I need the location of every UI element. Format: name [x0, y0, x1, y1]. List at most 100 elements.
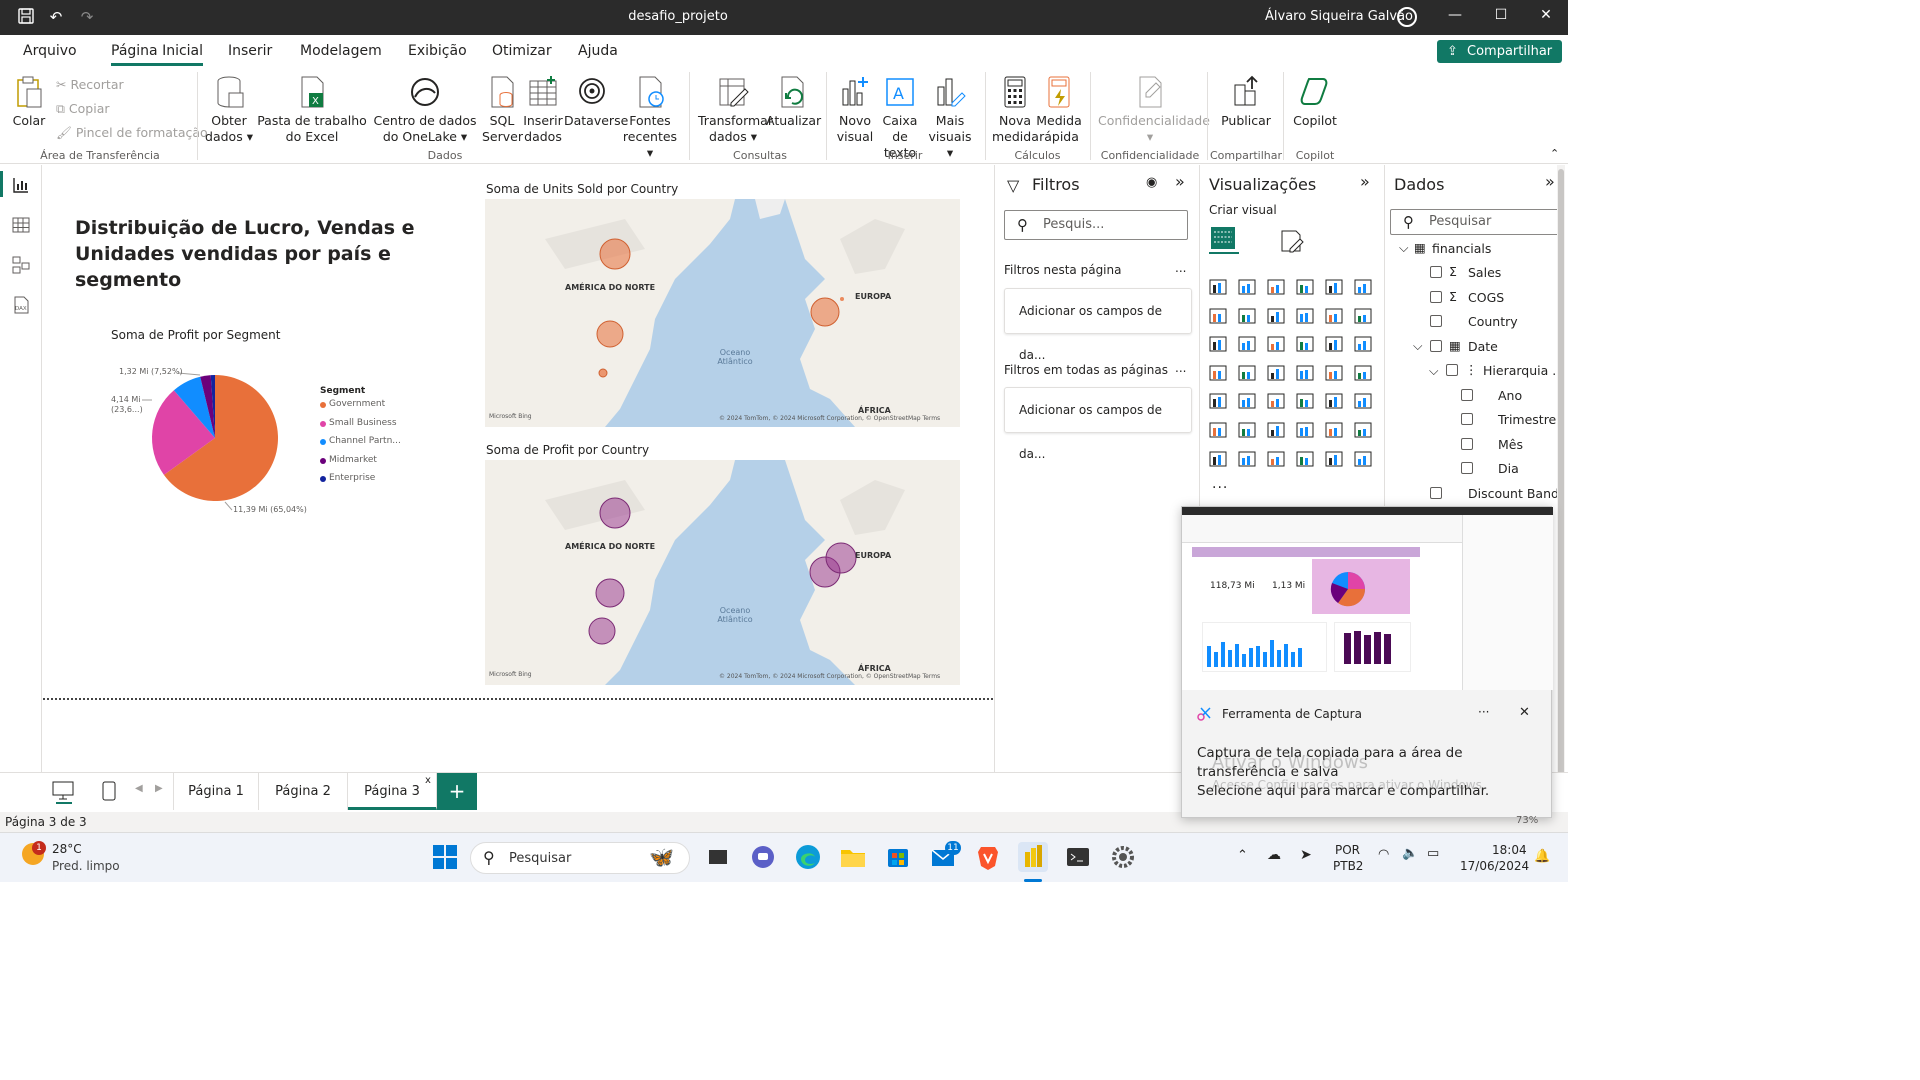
volume-icon[interactable]: 🔈 [1402, 846, 1418, 861]
more-visuals-ellipsis[interactable]: ... [1212, 476, 1228, 492]
legend-item[interactable]: Enterprise [320, 473, 401, 492]
language-secondary[interactable]: PTB2 [1333, 859, 1363, 873]
profit-map[interactable]: AMÉRICA DO NORTE EUROPA ÁFRICA Oceano At… [485, 460, 960, 685]
waterfall-visual-icon[interactable] [1208, 334, 1230, 356]
field-checkbox[interactable] [1430, 315, 1442, 327]
page-tab-1[interactable]: Página 1 [173, 773, 259, 810]
tab-arquivo[interactable]: Arquivo [23, 43, 77, 59]
tab-otimizar[interactable]: Otimizar [492, 43, 552, 59]
field-checkbox[interactable] [1430, 266, 1442, 278]
field-checkbox[interactable] [1430, 487, 1442, 499]
field-hierarchy[interactable]: Hierarquia ... [1483, 363, 1564, 378]
custom-1-visual-icon[interactable] [1295, 449, 1317, 471]
tree-table-financials[interactable]: financials [1432, 241, 1491, 256]
battery-icon[interactable]: ▭ [1427, 846, 1439, 861]
wifi-icon[interactable]: ◠ [1378, 847, 1389, 862]
user-avatar-icon[interactable] [1397, 7, 1417, 27]
build-visual-tab[interactable] [1209, 224, 1239, 254]
clock-date[interactable]: 17/06/2024 [1460, 859, 1529, 873]
minimize-icon[interactable]: — [1441, 7, 1469, 27]
nova-medida-button[interactable]: Nova medida [992, 75, 1039, 145]
stacked-bar-visual-icon[interactable] [1208, 277, 1230, 299]
field-checkbox[interactable] [1446, 364, 1458, 376]
format-visual-tab[interactable] [1278, 227, 1306, 255]
pincel-button[interactable]: 🖌 Pincel de formatação [56, 125, 208, 141]
close-icon[interactable]: ✕ [1532, 7, 1560, 27]
custom-2-visual-icon[interactable] [1324, 449, 1346, 471]
field-checkbox[interactable] [1430, 291, 1442, 303]
notification-bell-icon[interactable]: 🔔 [1534, 849, 1550, 864]
novo-visual-button[interactable]: Novo visual [834, 75, 876, 145]
excel-button[interactable]: X Pasta de trabalho do Excel [256, 75, 368, 145]
100-column-visual-icon[interactable] [1353, 277, 1375, 299]
tree-expand-hierarchy[interactable]: ⌵ [1429, 363, 1438, 379]
location-icon[interactable]: ➤ [1300, 847, 1312, 863]
add-fields-this-page[interactable]: Adicionar os campos de da... [1004, 288, 1192, 362]
tab-inserir[interactable]: Inserir [228, 43, 272, 59]
key-influencers-visual-icon[interactable] [1237, 420, 1259, 442]
power-apps-visual-icon[interactable] [1237, 449, 1259, 471]
field-cogs[interactable]: COGS [1468, 290, 1504, 305]
card-visual-icon[interactable] [1353, 363, 1375, 385]
report-view-icon[interactable] [11, 175, 31, 195]
data-search-input[interactable]: ⚲ Pesquisar [1390, 209, 1564, 235]
user-name[interactable]: Álvaro Siqueira Galvão [1265, 9, 1413, 24]
field-checkbox[interactable] [1461, 438, 1473, 450]
pie-chart[interactable] [100, 360, 320, 520]
power-bi-icon[interactable] [1018, 842, 1048, 872]
colar-button[interactable]: Colar [8, 75, 50, 129]
100-bar-visual-icon[interactable] [1324, 277, 1346, 299]
r-visual-visual-icon[interactable] [1353, 391, 1375, 413]
units-sold-map[interactable]: AMÉRICA DO NORTE EUROPA ÁFRICA Oceano At… [485, 199, 960, 427]
settings-icon[interactable] [1108, 842, 1138, 872]
tree-expand-financials[interactable]: ⌵ [1399, 240, 1408, 256]
filters-search-input[interactable]: ⚲ Pesquis... [1004, 210, 1188, 240]
close-page-icon[interactable]: x [425, 775, 431, 786]
terminal-icon[interactable] [1063, 842, 1093, 872]
add-page-button[interactable]: + [437, 773, 477, 810]
sql-server-button[interactable]: SQL Server [482, 75, 523, 145]
python-visual-visual-icon[interactable] [1208, 420, 1230, 442]
medida-rapida-button[interactable]: Medida rápida [1036, 75, 1082, 145]
share-button[interactable]: ⇪Compartilhar ▾ [1437, 40, 1562, 82]
tray-overflow-icon[interactable]: ⌃ [1237, 848, 1248, 863]
desktop-layout-icon[interactable] [52, 781, 74, 800]
clustered-column-visual-icon[interactable] [1295, 277, 1317, 299]
teams-icon[interactable] [748, 842, 778, 872]
tab-pagina-inicial[interactable]: Página Inicial [111, 43, 204, 66]
screenshot-thumbnail[interactable]: 118,73 Mi 1,13 Mi [1182, 507, 1553, 690]
taskbar-search[interactable]: ⚲ Pesquisar 🦋 [470, 842, 690, 874]
next-page-icon[interactable]: ▶ [155, 783, 163, 794]
field-sales[interactable]: Sales [1468, 265, 1501, 280]
inserir-dados-button[interactable]: Inserir dados [522, 75, 564, 145]
collapse-ribbon-icon[interactable]: ⌃ [1550, 147, 1559, 160]
edge-icon[interactable] [793, 842, 823, 872]
field-checkbox[interactable] [1461, 413, 1473, 425]
custom-3-visual-icon[interactable] [1353, 449, 1375, 471]
legend-item[interactable]: Channel Partn... [320, 436, 401, 455]
dax-query-icon[interactable]: DAX [11, 295, 31, 315]
obter-dados-button[interactable]: Obter dados ▾ [204, 75, 254, 145]
kpi-visual-icon[interactable] [1237, 391, 1259, 413]
matrix-icon-visual-icon[interactable] [1208, 363, 1230, 385]
onelake-button[interactable]: Centro de dados do OneLake ▾ [370, 75, 480, 145]
azure-map-visual-icon[interactable] [1295, 363, 1317, 385]
copiar-button[interactable]: ⧉ Copiar [56, 101, 110, 117]
treemap-visual-icon[interactable] [1353, 334, 1375, 356]
weather-temp[interactable]: 28°C [52, 842, 82, 856]
collapse-visualizations-icon[interactable]: » [1360, 172, 1370, 191]
recortar-button[interactable]: ✂ Recortar [56, 77, 124, 92]
task-view-icon[interactable] [703, 842, 733, 872]
narrative-visual-icon[interactable] [1324, 420, 1346, 442]
zoom-level[interactable]: 73% [1516, 815, 1538, 826]
more-options-icon[interactable]: ... [1175, 261, 1186, 275]
publicar-button[interactable]: Publicar [1218, 75, 1274, 129]
stacked-column-visual-icon[interactable] [1237, 277, 1259, 299]
pie-visual-icon[interactable] [1295, 334, 1317, 356]
donut-visual-icon[interactable] [1324, 334, 1346, 356]
legend-item[interactable]: Government [320, 399, 401, 418]
decomposition-tree-visual-icon[interactable] [1266, 420, 1288, 442]
legend-item[interactable]: Midmarket [320, 455, 401, 474]
page-tab-2[interactable]: Página 2 [259, 773, 348, 810]
page-tab-3[interactable]: Página 3 [348, 773, 437, 810]
